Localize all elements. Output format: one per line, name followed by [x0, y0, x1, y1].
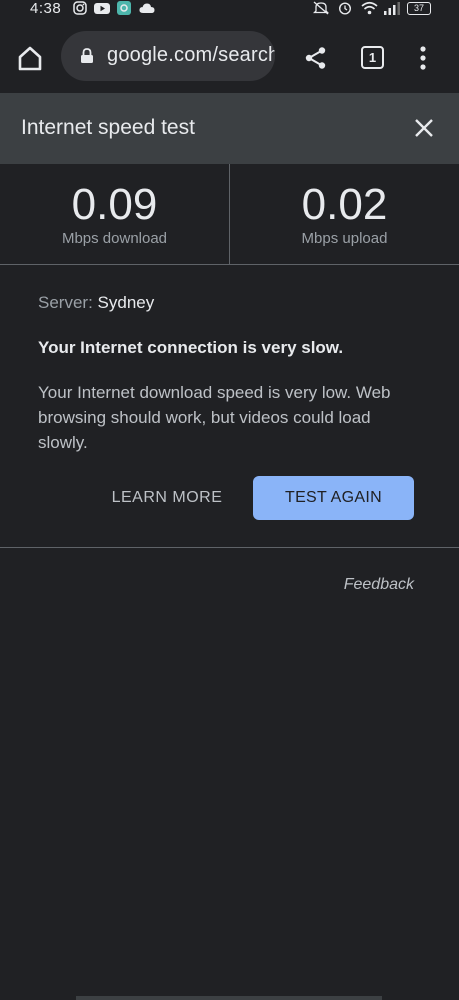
upload-metric: 0.02 Mbps upload — [230, 164, 459, 264]
app-icon — [117, 1, 131, 15]
server-info: Server: Sydney — [38, 293, 154, 313]
server-value: Sydney — [97, 293, 155, 312]
mute-icon — [313, 1, 329, 15]
download-value: 0.09 — [71, 180, 158, 229]
address-bar[interactable]: google.com/search — [61, 31, 275, 81]
divider — [0, 547, 459, 548]
test-again-button[interactable]: TEST AGAIN — [253, 476, 414, 520]
youtube-icon — [94, 3, 110, 14]
alarm-icon — [338, 2, 352, 15]
wifi-icon — [361, 1, 378, 15]
browser-toolbar: google.com/search 1 — [0, 20, 459, 93]
lock-icon — [81, 48, 93, 63]
download-unit: Mbps download — [61, 230, 168, 247]
more-vert-icon[interactable] — [416, 46, 430, 70]
speed-test-title: Internet speed test — [21, 116, 195, 139]
learn-more-button[interactable]: LEARN MORE — [102, 476, 232, 520]
home-icon[interactable] — [16, 44, 44, 72]
upload-value: 0.02 — [301, 180, 388, 229]
speed-metrics: 0.09 Mbps download 0.02 Mbps upload — [0, 164, 459, 265]
server-label: Server: — [38, 293, 93, 312]
status-bar: 4:38 37 — [0, 0, 459, 20]
upload-unit: Mbps upload — [301, 230, 388, 247]
download-metric: 0.09 Mbps download — [0, 164, 230, 264]
share-icon[interactable] — [304, 46, 328, 70]
url-text: google.com/search — [107, 44, 275, 66]
feedback-link[interactable]: Feedback — [344, 576, 414, 594]
instagram-icon — [73, 1, 87, 15]
cloud-icon — [139, 3, 155, 13]
battery-icon: 37 — [407, 2, 431, 15]
close-icon[interactable] — [413, 117, 435, 139]
signal-icon — [384, 2, 400, 15]
tabs-icon[interactable]: 1 — [361, 46, 384, 69]
speed-description: Your Internet download speed is very low… — [38, 383, 391, 452]
status-time: 4:38 — [30, 0, 62, 17]
gesture-bar — [76, 996, 382, 1000]
speed-test-header: Internet speed test — [0, 93, 459, 164]
speed-verdict: Your Internet connection is very slow. — [38, 338, 344, 357]
